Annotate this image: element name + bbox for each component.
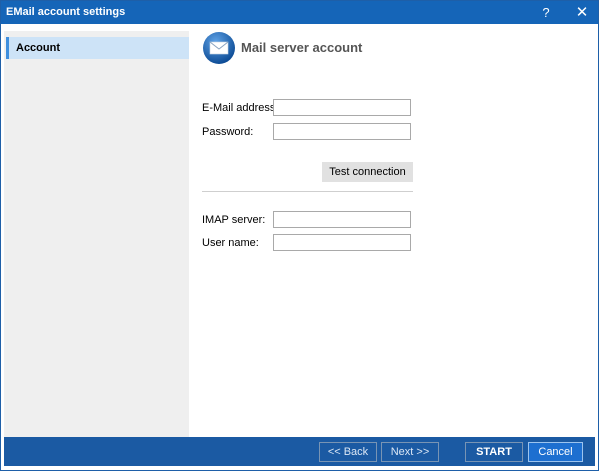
test-connection-button[interactable]: Test connection — [322, 162, 413, 182]
back-button[interactable]: << Back — [319, 442, 377, 462]
selection-indicator — [6, 37, 9, 59]
footer-bar: << Back Next >> START Cancel — [4, 437, 595, 466]
divider — [202, 191, 413, 192]
next-button[interactable]: Next >> — [381, 442, 439, 462]
username-field[interactable] — [273, 234, 411, 251]
window-title: EMail account settings — [6, 6, 126, 18]
sidebar: Account — [4, 31, 189, 437]
imap-server-field[interactable] — [273, 211, 411, 228]
envelope-icon — [203, 32, 235, 64]
email-label: E-Mail address: — [202, 102, 279, 114]
email-settings-window: EMail account settings ? ✕ Account Mail … — [0, 0, 599, 471]
email-field[interactable] — [273, 99, 411, 116]
close-button[interactable]: ✕ — [567, 1, 597, 24]
password-field[interactable] — [273, 123, 411, 140]
help-button[interactable]: ? — [531, 1, 561, 24]
title-bar: EMail account settings ? ✕ — [1, 1, 598, 24]
username-label: User name: — [202, 237, 259, 249]
sidebar-item-account[interactable]: Account — [6, 37, 189, 59]
start-button[interactable]: START — [465, 442, 523, 462]
imap-server-label: IMAP server: — [202, 214, 266, 226]
page-title: Mail server account — [241, 40, 363, 55]
sidebar-item-label: Account — [16, 42, 60, 54]
cancel-button[interactable]: Cancel — [528, 442, 583, 462]
password-label: Password: — [202, 126, 254, 138]
content-panel: Mail server account E-Mail address: Pass… — [189, 31, 595, 437]
